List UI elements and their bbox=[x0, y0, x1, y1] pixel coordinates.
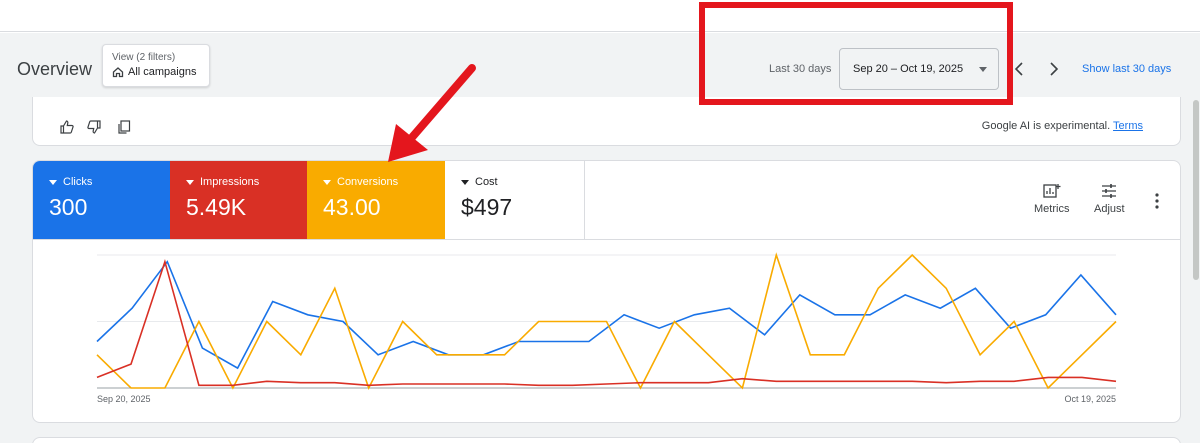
thumbs-down-icon[interactable] bbox=[86, 119, 102, 135]
series-line-1 bbox=[96, 258, 1117, 387]
chevron-left-icon[interactable] bbox=[1012, 60, 1026, 78]
copy-icon[interactable] bbox=[116, 119, 132, 135]
metric-value: 5.49K bbox=[186, 194, 247, 220]
metric-tile-cost[interactable]: Cost $497 bbox=[445, 161, 584, 239]
view-filter-button[interactable]: View (2 filters) All campaigns bbox=[102, 44, 210, 87]
metric-label: Impressions bbox=[200, 176, 260, 188]
dropdown-caret-icon bbox=[49, 179, 57, 185]
tile-divider bbox=[584, 161, 585, 239]
metric-value: 43.00 bbox=[323, 194, 381, 220]
metric-label: Conversions bbox=[337, 176, 399, 188]
metric-tile-clicks[interactable]: Clicks 300 bbox=[33, 161, 170, 239]
metrics-chart-card: Clicks 300 Impressions 5.49K Conversions… bbox=[32, 160, 1181, 423]
dropdown-caret-icon bbox=[461, 179, 469, 185]
home-icon bbox=[112, 67, 124, 78]
metric-tile-cost-header: Cost bbox=[461, 176, 584, 188]
date-range-label: Last 30 days bbox=[769, 63, 832, 75]
ai-experimental-note: Google AI is experimental. Terms bbox=[982, 120, 1143, 132]
x-axis-end-label: Oct 19, 2025 bbox=[1064, 394, 1116, 404]
browser-top-area bbox=[0, 0, 1200, 32]
next-card bbox=[32, 437, 1181, 443]
view-filters-label: View (2 filters) bbox=[112, 52, 176, 63]
view-scope-label: All campaigns bbox=[128, 66, 197, 78]
thumbs-up-icon[interactable] bbox=[59, 119, 75, 135]
metrics-button-label: Metrics bbox=[1034, 203, 1070, 215]
metric-value: 300 bbox=[49, 194, 88, 220]
adjust-button-label: Adjust bbox=[1094, 203, 1125, 215]
tune-icon bbox=[1102, 184, 1117, 198]
metric-label: Clicks bbox=[63, 176, 93, 188]
show-last-30-days-link[interactable]: Show last 30 days bbox=[1082, 63, 1171, 75]
page-title: Overview bbox=[17, 59, 93, 79]
chevron-right-icon[interactable] bbox=[1047, 60, 1061, 78]
metric-tile-conversions-header: Conversions bbox=[323, 176, 445, 188]
metric-tile-impressions[interactable]: Impressions 5.49K bbox=[170, 161, 307, 239]
date-range-value: Sep 20 – Oct 19, 2025 bbox=[853, 63, 964, 75]
x-axis-start-label: Sep 20, 2025 bbox=[97, 394, 151, 404]
metric-label: Cost bbox=[475, 176, 498, 188]
dropdown-caret-icon bbox=[323, 179, 331, 185]
metrics-button[interactable]: Metrics bbox=[1034, 183, 1069, 215]
adjust-button[interactable]: Adjust bbox=[1094, 183, 1125, 215]
terms-link[interactable]: Terms bbox=[1113, 120, 1143, 132]
metric-tile-conversions[interactable]: Conversions 43.00 bbox=[307, 161, 445, 239]
metric-value: $497 bbox=[461, 194, 513, 220]
date-range-select[interactable]: Sep 20 – Oct 19, 2025 bbox=[839, 48, 999, 90]
dropdown-caret-icon bbox=[186, 179, 194, 185]
ai-feedback-card: Google AI is experimental. Terms bbox=[32, 97, 1181, 146]
series-line-0 bbox=[96, 260, 1117, 370]
metric-tile-clicks-header: Clicks bbox=[49, 176, 170, 188]
ai-note-text: Google AI is experimental. bbox=[981, 120, 1111, 132]
scrollbar-thumb[interactable] bbox=[1193, 100, 1199, 280]
more-vert-icon[interactable] bbox=[1151, 192, 1163, 210]
dropdown-caret-icon bbox=[979, 67, 987, 72]
performance-line-chart: Sep 20, 2025 Oct 19, 2025 bbox=[96, 252, 1117, 404]
metric-tile-impressions-header: Impressions bbox=[186, 176, 307, 188]
view-scope: All campaigns bbox=[112, 66, 209, 78]
add-chart-icon bbox=[1043, 184, 1061, 198]
